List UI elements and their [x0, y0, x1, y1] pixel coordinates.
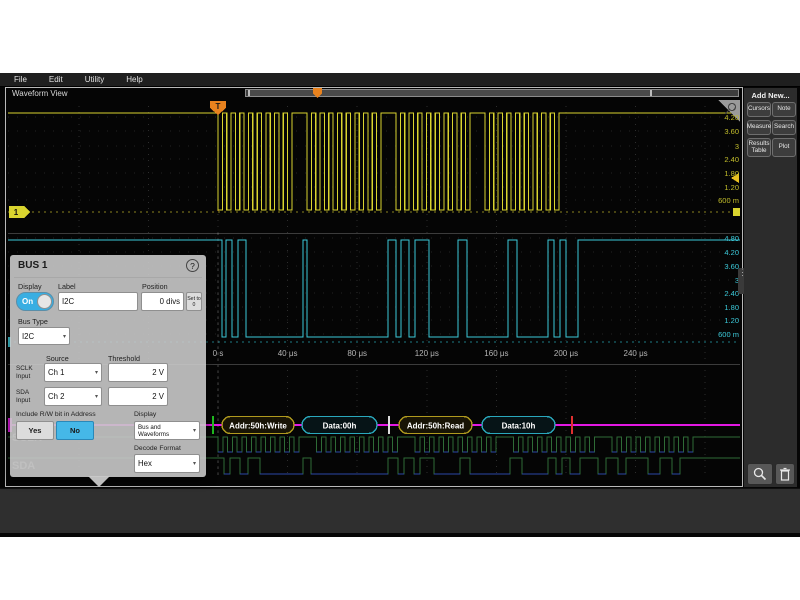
time-axis-label: 120 μs [415, 349, 439, 358]
time-axis-label: 200 μs [554, 349, 578, 358]
decode-label: Addr:50h:Read [407, 422, 464, 431]
bus-type-dropdown[interactable]: I2C ▾ [18, 327, 70, 345]
dialog-title: BUS 1 [18, 260, 47, 271]
ch1-position-badge[interactable] [9, 206, 30, 218]
sda-source-dropdown[interactable]: Ch 2 ▾ [44, 387, 102, 406]
rw-bit-label: Include R/W bit in Address [16, 411, 96, 418]
source-header: Source [46, 354, 69, 363]
display-label: Display [18, 282, 42, 291]
ch1-axis-label: 1.80 [724, 169, 739, 178]
set-to-zero-button[interactable]: Set to 0 [186, 292, 202, 311]
rw-yes-button[interactable]: Yes [16, 421, 54, 440]
status-bar [0, 488, 800, 533]
display-mode-value: Bus and Waveforms [138, 424, 193, 438]
ch2-axis-label: 600 m [718, 330, 739, 339]
decode-label: Addr:50h:Write [229, 422, 287, 431]
chevron-down-icon: ▾ [95, 369, 98, 376]
pan-zoom-window[interactable] [248, 90, 652, 96]
rw-no-button[interactable]: No [56, 421, 94, 440]
ch2-axis-label: 2.40 [724, 289, 739, 298]
magnifier-icon [752, 467, 768, 481]
menu-file[interactable]: File [6, 75, 35, 84]
menu-edit[interactable]: Edit [41, 75, 71, 84]
time-axis-label: 0 s [213, 349, 224, 358]
time-axis-label: 240 μs [624, 349, 648, 358]
ch1-axis-label: 3.60 [724, 127, 739, 136]
sclk-threshold-input[interactable]: 2 V [108, 363, 168, 382]
chevron-down-icon: ▾ [193, 427, 196, 434]
sda-source-value: Ch 2 [48, 392, 64, 401]
sclk-source-value: Ch 1 [48, 368, 64, 377]
zoom-box-button[interactable] [747, 463, 773, 485]
menu-help[interactable]: Help [118, 75, 150, 84]
waveform-view-title: Waveform View [12, 89, 68, 98]
sda-input-label: SDA Input [16, 389, 42, 404]
chevron-down-icon: ▾ [95, 393, 98, 400]
ch1-axis-label: 600 m [718, 196, 739, 205]
display-mode-dropdown[interactable]: Bus and Waveforms▾ [134, 421, 200, 440]
label-label: Label [58, 282, 76, 291]
bus1-config-dialog: BUS 1 ? Display Label Position On I2C 0 … [10, 255, 206, 477]
ch2-axis-label: 1.20 [724, 316, 739, 325]
ch1-axis-label: 2.40 [724, 155, 739, 164]
time-axis-label: 80 μs [347, 349, 367, 358]
decode-label: Data:00h [323, 422, 357, 431]
sclk-input-label: SCLK Input [16, 365, 42, 380]
threshold-header: Threshold [108, 354, 140, 363]
trigger-flag-label: T [216, 102, 221, 111]
note-button[interactable]: Note [772, 102, 796, 117]
sda-threshold-input[interactable]: 2 V [108, 387, 168, 406]
ch1-zero-marker [733, 208, 740, 216]
results-table-button[interactable]: Results Table [747, 138, 771, 157]
trash-button[interactable] [775, 463, 795, 485]
dialog-pointer [88, 476, 110, 487]
time-axis-label: 40 μs [278, 349, 298, 358]
menu-utility[interactable]: Utility [77, 75, 113, 84]
divider [14, 277, 202, 278]
decode-format-value: Hex [138, 459, 152, 468]
position-label: Position [142, 282, 168, 291]
cursors-button[interactable]: Cursors [747, 102, 771, 117]
ch1-axis-label: 1.20 [724, 183, 739, 192]
bus-type-label: Bus Type [18, 317, 48, 326]
ch2-axis-label: 4.20 [724, 248, 739, 257]
display-toggle[interactable]: On [16, 292, 54, 311]
help-icon[interactable]: ? [186, 259, 199, 272]
ch1-axis-label: 4.20 [724, 113, 739, 122]
decode-label: Data:10h [502, 422, 536, 431]
position-input[interactable]: 0 divs [141, 292, 184, 311]
ch2-axis-label: 4.80 [724, 234, 739, 243]
decode-format-label: Decode Format [134, 445, 181, 452]
toggle-on-label: On [22, 297, 33, 306]
ch1-trace [8, 113, 740, 210]
ch1-axis-label: 3 [735, 142, 739, 151]
plot-button[interactable]: Plot [772, 138, 796, 157]
ch2-axis-label: 1.80 [724, 303, 739, 312]
display-mode-label: Display [134, 411, 156, 418]
measure-button[interactable]: Measure [747, 120, 771, 135]
sclk-source-dropdown[interactable]: Ch 1 ▾ [44, 363, 102, 382]
bus-label-input[interactable]: I2C [58, 292, 138, 311]
ch2-axis-label: 3.60 [724, 262, 739, 271]
add-new-title: Add New... [744, 91, 797, 100]
screen: File Edit Utility Help Waveform View Add… [0, 0, 800, 600]
trash-icon [779, 467, 791, 481]
ch1-position-label: 1 [14, 208, 19, 217]
time-axis-label: 160 μs [484, 349, 508, 358]
search-button[interactable]: Search [772, 120, 796, 135]
bus-type-value: I2C [22, 332, 34, 341]
chevron-down-icon: ▾ [193, 460, 196, 467]
menu-bar: File Edit Utility Help [0, 73, 800, 87]
toggle-knob[interactable] [37, 294, 52, 309]
decode-format-dropdown[interactable]: Hex ▾ [134, 454, 200, 473]
chevron-down-icon: ▾ [63, 333, 66, 340]
